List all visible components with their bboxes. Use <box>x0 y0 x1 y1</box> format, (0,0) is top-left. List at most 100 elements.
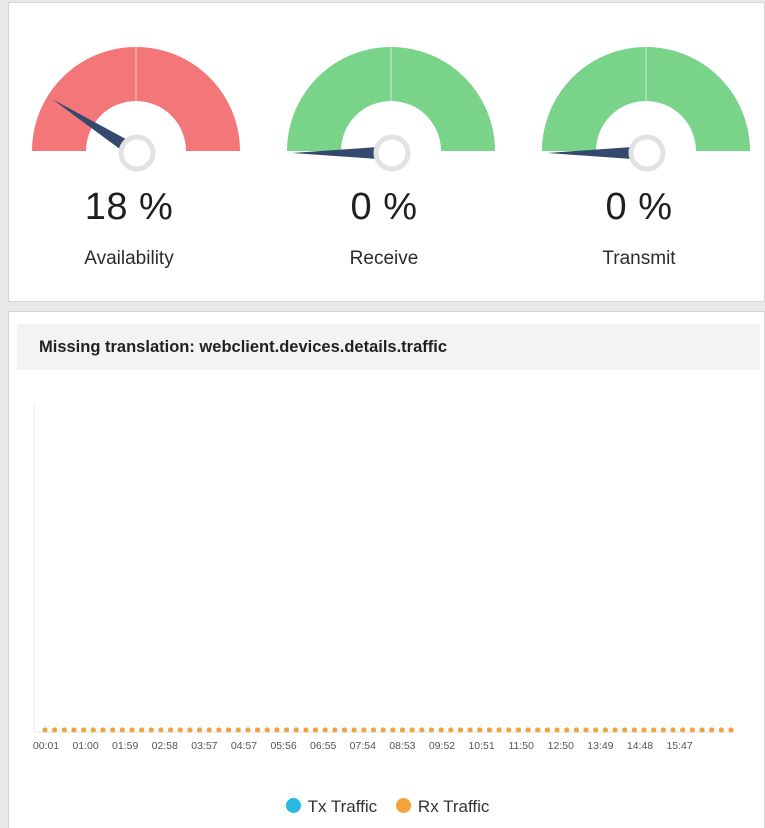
rx-point <box>235 727 241 733</box>
availability-value: 18 % <box>84 186 174 228</box>
rx-point <box>593 727 599 733</box>
rx-point <box>467 727 473 733</box>
rx-point <box>602 727 608 733</box>
rx-point <box>129 727 135 733</box>
rx-point <box>728 727 734 733</box>
x-tick-label: 00:01 <box>33 740 59 752</box>
x-tick-label: 04:57 <box>231 740 257 752</box>
transmit-value: 0 % <box>605 186 673 228</box>
rx-point <box>216 727 222 733</box>
rx-point <box>110 727 116 733</box>
tx-legend-label: Tx Traffic <box>307 796 378 816</box>
rx-point <box>457 727 463 733</box>
rx-point <box>515 727 521 733</box>
x-tick-label: 13:49 <box>587 740 613 752</box>
availability-label: Availability <box>84 248 174 269</box>
rx-point <box>52 727 58 733</box>
rx-point <box>390 727 396 733</box>
rx-point <box>71 727 77 733</box>
legend-item-rx[interactable]: Rx Traffic <box>395 796 490 817</box>
rx-point <box>409 727 415 733</box>
rx-point <box>139 727 145 733</box>
x-tick-label: 12:50 <box>548 740 574 752</box>
rx-point <box>197 727 203 733</box>
rx-point <box>380 727 386 733</box>
rx-point <box>90 727 96 733</box>
tx-legend-dot-icon <box>285 797 301 813</box>
rx-point <box>206 727 212 733</box>
chart-legend: Tx Traffic Rx Traffic <box>9 796 765 817</box>
rx-point <box>583 727 589 733</box>
rx-point <box>718 727 724 733</box>
rx-point <box>255 727 261 733</box>
rx-legend-label: Rx Traffic <box>417 796 490 816</box>
x-tick-label: 15:47 <box>666 740 692 752</box>
rx-point <box>680 727 686 733</box>
rx-point <box>631 727 637 733</box>
traffic-chart[interactable]: 00:01 01:00 01:59 02:58 03:57 04:57 05:56 06:55… <box>9 312 765 772</box>
x-tick-label: 02:58 <box>152 740 178 752</box>
x-tick-label: 05:56 <box>270 740 296 752</box>
rx-point <box>371 727 377 733</box>
rx-point <box>81 727 87 733</box>
rx-point <box>622 727 628 733</box>
rx-point <box>100 727 106 733</box>
receive-gauge: 0 % Receive <box>264 3 504 303</box>
rx-point <box>342 727 348 733</box>
receive-gauge-hub <box>373 134 411 172</box>
rx-point <box>148 727 154 733</box>
rx-point <box>119 727 125 733</box>
rx-point <box>564 727 570 733</box>
transmit-label: Transmit <box>602 248 676 269</box>
rx-point <box>535 727 541 733</box>
transmit-gauge-hub <box>628 134 666 172</box>
rx-point <box>544 727 550 733</box>
x-tick-label: 06:55 <box>310 740 336 752</box>
rx-point <box>651 727 657 733</box>
rx-point <box>303 727 309 733</box>
legend-item-tx[interactable]: Tx Traffic <box>285 796 378 817</box>
traffic-panel: Missing translation: webclient.devices.d… <box>8 311 765 828</box>
rx-point <box>641 727 647 733</box>
gauge-panel: 18 % Availability 0 % Receive 0 % Transm… <box>8 2 765 302</box>
rx-legend-dot-icon <box>395 797 411 813</box>
rx-point <box>428 727 434 733</box>
availability-gauge: 18 % Availability <box>9 3 249 303</box>
rx-point <box>332 727 338 733</box>
x-tick-label: 01:00 <box>72 740 98 752</box>
rx-point <box>264 727 270 733</box>
availability-gauge-dial <box>32 35 240 172</box>
receive-value: 0 % <box>350 186 418 228</box>
rx-point <box>496 727 502 733</box>
availability-gauge-hub <box>118 134 156 172</box>
rx-point <box>709 727 715 733</box>
rx-point <box>274 727 280 733</box>
rx-point <box>361 727 367 733</box>
rx-point <box>158 727 164 733</box>
rx-point <box>554 727 560 733</box>
rx-point <box>177 727 183 733</box>
rx-point <box>313 727 319 733</box>
rx-point <box>322 727 328 733</box>
receive-label: Receive <box>349 248 419 269</box>
x-tick-label: 09:52 <box>429 740 455 752</box>
rx-point <box>226 727 232 733</box>
rx-point <box>486 727 492 733</box>
rx-point <box>699 727 705 733</box>
rx-point <box>399 727 405 733</box>
rx-point <box>293 727 299 733</box>
x-tick-label: 01:59 <box>112 740 138 752</box>
rx-point <box>573 727 579 733</box>
x-tick-label: 14:48 <box>627 740 653 752</box>
rx-point <box>419 727 425 733</box>
rx-point <box>448 727 454 733</box>
rx-point <box>168 727 174 733</box>
rx-point <box>689 727 695 733</box>
x-tick-label: 10:51 <box>468 740 494 752</box>
rx-point <box>612 727 618 733</box>
rx-point <box>477 727 483 733</box>
receive-gauge-dial <box>287 35 495 172</box>
rx-point <box>670 727 676 733</box>
transmit-gauge: 0 % Transmit <box>519 3 759 303</box>
rx-point <box>506 727 512 733</box>
